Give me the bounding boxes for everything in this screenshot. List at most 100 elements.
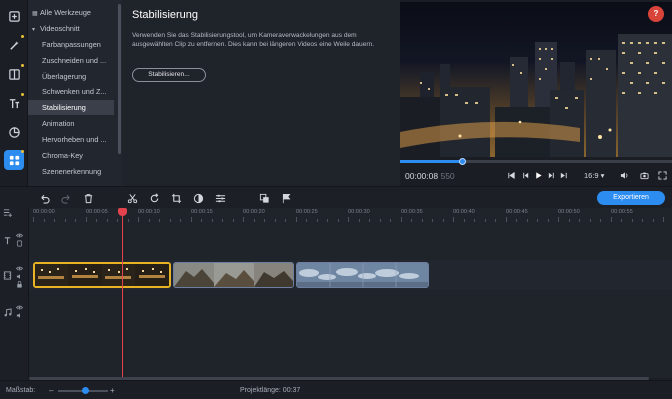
tool-item-color[interactable]: Farbanpassungen [28, 37, 114, 52]
video-clip-sky-clouds[interactable] [296, 262, 429, 288]
text-track-icon [4, 237, 11, 245]
color-adjust-button[interactable] [192, 192, 204, 204]
ruler-tick [579, 219, 580, 222]
video-clip-mountains[interactable] [173, 262, 294, 288]
clip-thumbnails [297, 263, 428, 287]
redo-icon [60, 194, 70, 204]
next-frame-button[interactable] [546, 169, 556, 181]
scrubber-handle[interactable] [459, 158, 467, 165]
speaker-icon [16, 274, 20, 279]
play-icon [535, 171, 542, 179]
timecode-ms: 550 [440, 171, 455, 181]
ruler-tick [379, 219, 381, 222]
transitions-button[interactable] [4, 64, 24, 84]
ruler-tick [537, 219, 538, 222]
previous-frame-button[interactable] [520, 169, 530, 181]
video-section-header[interactable]: ▾ Videoschnitt [28, 21, 114, 36]
ruler-tick [148, 219, 150, 222]
export-button[interactable]: Exportieren [597, 191, 665, 205]
filters-button[interactable] [4, 35, 24, 55]
ruler-tick [463, 219, 465, 222]
ruler-tick [211, 219, 213, 222]
tool-rail [0, 0, 28, 186]
new-badge-dot [21, 35, 24, 38]
video-track-lock[interactable] [16, 281, 23, 288]
rotate-button[interactable] [148, 192, 160, 204]
overlay-button[interactable] [258, 192, 270, 204]
tool-item-chroma-key[interactable]: Chroma-Key [28, 148, 114, 163]
more-tools-icon [9, 155, 19, 165]
tool-item-highlight[interactable]: Hervorheben und ... [28, 132, 114, 147]
grid-icon: ▦ [32, 11, 38, 17]
help-button[interactable]: ? [648, 6, 664, 22]
chevron-down-icon: ▾ [32, 27, 36, 33]
marker-button[interactable] [280, 192, 292, 204]
ruler-tick [243, 217, 244, 222]
preview-scrubber[interactable] [400, 158, 672, 165]
titles-button[interactable] [4, 93, 24, 113]
redo-button[interactable] [60, 192, 72, 204]
snapshot-button[interactable] [638, 169, 650, 181]
split-button[interactable] [126, 192, 138, 204]
audio-track-visibility[interactable] [15, 304, 24, 311]
playhead[interactable] [122, 208, 123, 378]
zoom-slider-handle[interactable] [82, 387, 89, 394]
add-track-button[interactable] [3, 208, 12, 219]
music-note-icon [4, 308, 12, 317]
delete-button[interactable] [82, 192, 94, 204]
zoom-in-button[interactable]: + [110, 386, 115, 395]
aspect-ratio-select[interactable]: 16:9 ▾ [584, 171, 604, 180]
scissors-icon [127, 193, 137, 203]
go-to-start-button[interactable] [506, 169, 516, 181]
tool-item-animation[interactable]: Animation [28, 116, 114, 131]
tool-item-stabilization[interactable]: Stabilisierung [28, 100, 114, 115]
title-track-visibility[interactable] [15, 232, 24, 239]
video-track[interactable] [29, 260, 672, 290]
ruler-tick [295, 217, 297, 222]
tool-item-crop[interactable]: Zuschneiden und ... [28, 53, 114, 68]
ruler-tick [85, 217, 87, 222]
add-track-icon [3, 209, 12, 217]
ruler-tick [169, 219, 171, 222]
tool-item-overlay[interactable]: Überlagerung [28, 69, 114, 84]
skip-back-icon [507, 171, 515, 179]
stabilize-button[interactable]: Stabilisieren... [132, 68, 206, 82]
video-clip-city-night[interactable] [33, 262, 171, 288]
clip-properties-button[interactable] [214, 192, 226, 204]
tool-item-scene-detection[interactable]: Szenenerkennung [28, 164, 114, 179]
volume-button[interactable] [618, 169, 630, 181]
ruler-tick [33, 217, 34, 222]
audio-track-mute[interactable] [16, 312, 23, 319]
all-tools-item[interactable]: ▦ Alle Werkzeuge [28, 5, 114, 20]
ruler-tick [106, 219, 108, 222]
ruler-tick [117, 219, 118, 222]
import-button[interactable] [4, 6, 24, 26]
crop-button[interactable] [170, 192, 182, 204]
ruler-tick [127, 219, 129, 222]
video-track-header [3, 271, 12, 282]
ruler-tick [621, 219, 622, 222]
title-track-lock[interactable] [16, 240, 23, 247]
zoom-out-button[interactable]: – [49, 386, 53, 395]
video-track-mute[interactable] [16, 273, 23, 280]
timeline[interactable]: 00:00:00 00:00:05 00:00:10 00:00:15 00:0… [29, 208, 672, 378]
more-tools-button[interactable] [4, 150, 24, 170]
ruler-tick [631, 219, 633, 222]
titles-icon [9, 98, 19, 108]
ruler-tick [516, 219, 517, 222]
play-button[interactable] [533, 169, 543, 181]
ruler-tick [558, 217, 559, 222]
volume-icon [620, 171, 627, 179]
undo-button[interactable] [38, 192, 50, 204]
video-track-visibility[interactable] [15, 265, 24, 272]
ruler-tick [547, 219, 549, 222]
tools-scrollbar[interactable] [118, 4, 121, 154]
tool-item-pan-zoom[interactable]: Schwenken und Z... [28, 84, 114, 99]
go-to-end-button[interactable] [558, 169, 568, 181]
stickers-button[interactable] [4, 122, 24, 142]
ruler-tick [180, 219, 181, 222]
frame-forward-icon [548, 172, 554, 178]
scrubber-progress [400, 160, 463, 163]
fullscreen-button[interactable] [656, 169, 668, 181]
ruler-tick [159, 219, 160, 222]
